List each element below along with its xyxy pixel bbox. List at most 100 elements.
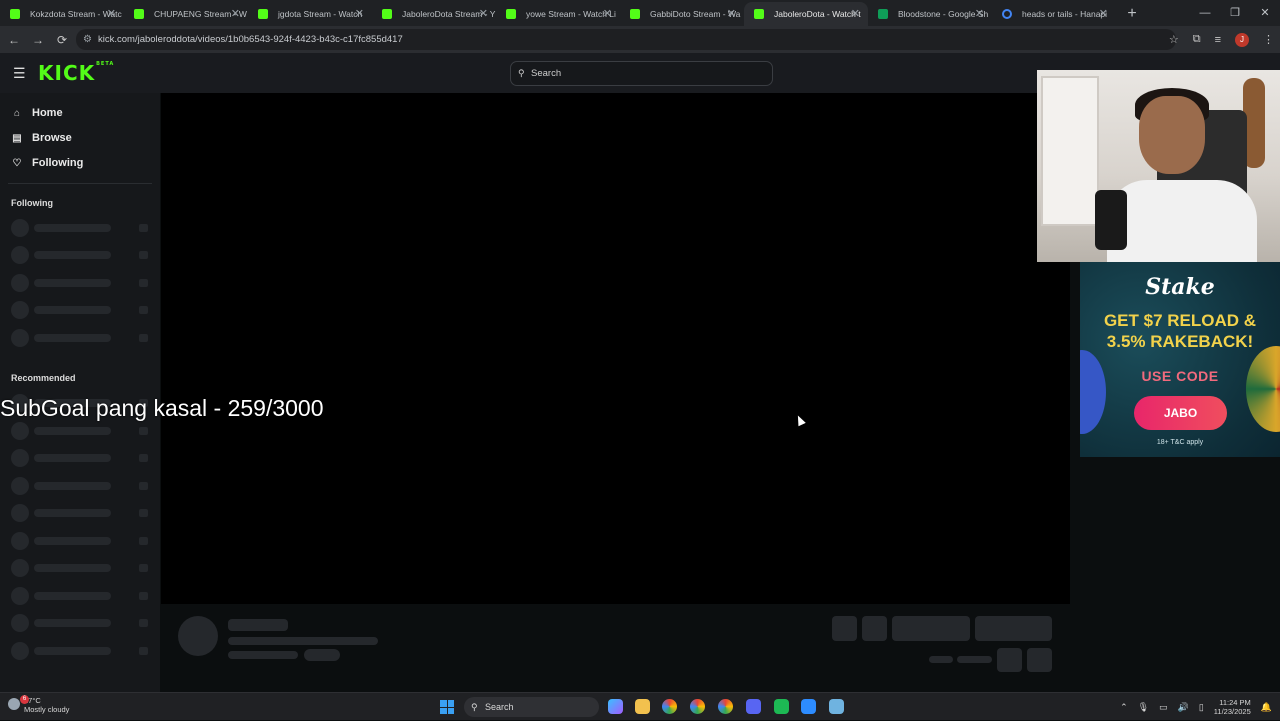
battery-icon[interactable]: ▯: [1199, 702, 1204, 713]
close-icon[interactable]: ✕: [479, 7, 488, 20]
close-icon[interactable]: ✕: [975, 7, 984, 20]
skeleton-channel-row: [11, 614, 151, 632]
browser-tab[interactable]: heads or tails - Hanapi ✕: [992, 2, 1116, 26]
notification-badge: 6: [20, 695, 29, 704]
network-icon[interactable]: ▭: [1159, 702, 1168, 713]
browser-tab[interactable]: yowe Stream - Watch Li ✕: [496, 2, 620, 26]
app-icon[interactable]: [774, 699, 789, 714]
skeleton-bar: [228, 651, 298, 659]
minimize-button[interactable]: —: [1190, 0, 1220, 26]
kick-logo[interactable]: KICKBETA: [38, 61, 114, 85]
skeleton-button: [1027, 648, 1052, 672]
kick-icon: [258, 9, 268, 19]
browser-tab-active[interactable]: JaboleroDota - Watch t ✕: [744, 2, 868, 26]
sidebar-item-home[interactable]: ⌂ Home: [11, 107, 63, 119]
skeleton-avatar: [178, 616, 218, 656]
chrome-icon[interactable]: [690, 699, 705, 714]
sidebar-item-following[interactable]: ♡ Following: [11, 157, 84, 169]
notepad-icon[interactable]: [801, 699, 816, 714]
close-icon[interactable]: ✕: [851, 7, 860, 20]
heart-icon: ♡: [12, 157, 22, 169]
browser-tab[interactable]: jgdota Stream - Watch ✕: [248, 2, 372, 26]
kick-icon: [134, 9, 144, 19]
skeleton-channel-row: [11, 301, 151, 319]
search-icon: ⚲: [471, 702, 478, 712]
microphone-icon[interactable]: 🎙: [1138, 702, 1149, 713]
address-bar[interactable]: ⚙ kick.com/jaboleroddota/videos/1b0b6543…: [76, 29, 1176, 50]
weather-widget[interactable]: 6 27°C Mostly cloudy: [8, 695, 69, 714]
kick-icon: [630, 9, 640, 19]
close-icon[interactable]: ✕: [355, 7, 364, 20]
skeleton-channel-row: [11, 449, 151, 467]
copilot-icon[interactable]: [608, 699, 623, 714]
forward-button[interactable]: →: [26, 33, 50, 47]
browser-tab[interactable]: Kokzdota Stream - Watc ✕: [0, 2, 124, 26]
skeleton-channel-row: [11, 477, 151, 495]
site-info-icon[interactable]: ⚙: [83, 29, 92, 50]
system-tray: ⌃ 🎙 ▭ 🔊 ▯ 11:24 PM 11/23/2025 🔔: [1120, 693, 1272, 721]
skeleton-channel-row: [11, 274, 151, 292]
new-tab-button[interactable]: +: [1120, 2, 1144, 26]
kick-icon: [382, 9, 392, 19]
ad-code-badge: JABO: [1134, 396, 1227, 430]
file-explorer-icon[interactable]: [635, 699, 650, 714]
sidebar: ⌂ Home ▤ Browse ♡ Following Following Re…: [0, 93, 160, 692]
close-icon[interactable]: ✕: [107, 7, 116, 20]
ad-headline: GET $7 RELOAD & 3.5% RAKEBACK!: [1103, 311, 1257, 351]
close-window-button[interactable]: ✕: [1250, 0, 1280, 26]
profile-avatar[interactable]: J: [1235, 32, 1249, 47]
close-icon[interactable]: ✕: [231, 7, 240, 20]
volume-icon[interactable]: 🔊: [1178, 702, 1189, 713]
back-button[interactable]: ←: [2, 33, 26, 47]
search-placeholder: Search: [531, 68, 562, 79]
kick-icon: [754, 9, 764, 19]
discord-icon[interactable]: [746, 699, 761, 714]
hamburger-menu-icon[interactable]: ☰: [13, 65, 26, 82]
following-section-title: Following: [11, 198, 53, 208]
skeleton-button: [975, 616, 1052, 641]
skeleton-button: [862, 616, 887, 641]
webcam-overlay: [1037, 70, 1280, 262]
chrome-icon[interactable]: [718, 699, 733, 714]
media-control-icon[interactable]: ≡: [1215, 34, 1221, 46]
close-icon[interactable]: ✕: [1099, 7, 1108, 20]
browser-tab[interactable]: CHUPAENG Stream - W ✕: [124, 2, 248, 26]
notifications-icon[interactable]: 🔔: [1261, 702, 1272, 713]
google-icon: [1002, 9, 1012, 19]
close-icon[interactable]: ✕: [603, 7, 612, 20]
search-icon: ⚲: [518, 68, 525, 78]
browser-tab-strip: Kokzdota Stream - Watc ✕ CHUPAENG Stream …: [0, 0, 1280, 26]
skeleton-button: [997, 648, 1022, 672]
restore-button[interactable]: ❐: [1220, 0, 1250, 26]
address-toolbar: ← → ⟳ ⚙ kick.com/jaboleroddota/videos/1b…: [0, 26, 1280, 53]
close-icon[interactable]: ✕: [727, 7, 736, 20]
windows-start-icon[interactable]: [440, 700, 454, 714]
url-text: kick.com/jaboleroddota/videos/1b0b6543-9…: [98, 34, 403, 45]
skeleton-button: [832, 616, 857, 641]
sidebar-item-browse[interactable]: ▤ Browse: [11, 132, 71, 144]
browser-tab[interactable]: GabbiDoto Stream - Wa ✕: [620, 2, 744, 26]
kick-icon: [10, 9, 20, 19]
skeleton-bar: [304, 649, 340, 661]
taskbar-search-input[interactable]: ⚲ Search: [464, 697, 599, 717]
skeleton-bar: [228, 619, 288, 631]
chrome-icon[interactable]: [662, 699, 677, 714]
menu-icon[interactable]: ⋮: [1263, 33, 1274, 46]
video-player[interactable]: [161, 93, 1070, 604]
microphone-icon: [1095, 190, 1127, 250]
bookmark-star-icon[interactable]: ☆: [1169, 33, 1179, 46]
mouse-cursor: [794, 413, 806, 427]
browser-tab[interactable]: JaboleroDota Stream - Y ✕: [372, 2, 496, 26]
skeleton-channel-row: [11, 642, 151, 660]
clock[interactable]: 11:24 PM 11/23/2025: [1214, 698, 1251, 716]
search-input[interactable]: ⚲ Search: [510, 61, 773, 86]
browser-tab[interactable]: Bloodstone - Google Sh ✕: [868, 2, 992, 26]
skeleton-channel-row: [11, 559, 151, 577]
window-controls: — ❐ ✕: [1190, 0, 1280, 26]
reload-button[interactable]: ⟳: [50, 33, 74, 47]
chevron-up-icon[interactable]: ⌃: [1120, 702, 1128, 713]
skeleton-button: [892, 616, 970, 641]
kick-icon: [506, 9, 516, 19]
calculator-icon[interactable]: [829, 699, 844, 714]
extensions-icon[interactable]: ⧉: [1193, 33, 1201, 46]
